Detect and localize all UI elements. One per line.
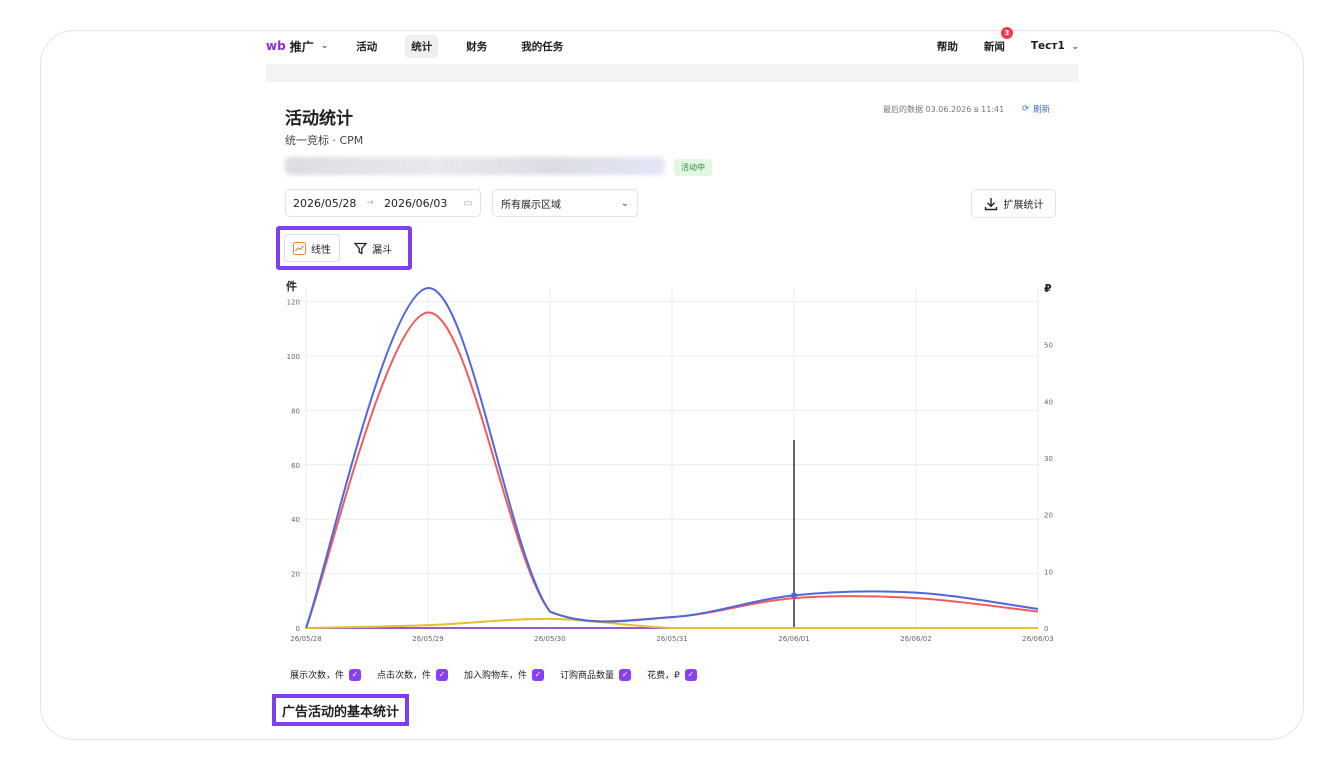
funnel-icon	[354, 242, 367, 255]
x-tick-label: 26/05/28	[290, 635, 321, 643]
export-label: 扩展统计	[1003, 200, 1044, 211]
y-right-tick-label: 40	[1044, 398, 1053, 406]
user-menu[interactable]: Тест1 ⌄	[1031, 40, 1079, 52]
linear-view-label: 线性	[311, 244, 331, 256]
y-right-tick-label: 20	[1044, 512, 1053, 520]
line-chart-icon	[293, 241, 306, 255]
product-name: 推广	[289, 39, 314, 54]
refresh-icon: ⟳	[1022, 104, 1030, 114]
page-title: 活动统计	[285, 109, 353, 129]
x-tick-label: 26/05/29	[412, 635, 443, 643]
date-range-picker[interactable]: 2026/05/28 → 2026/06/03 ▭	[285, 189, 481, 217]
x-tick-label: 26/06/02	[900, 635, 931, 643]
x-tick-label: 26/05/31	[656, 635, 687, 643]
chart-svg: 02040608010012026/05/28 26/05/29 26/05/30 2…	[286, 279, 1054, 643]
sub-bar	[266, 64, 1079, 82]
user-name: Тест1	[1030, 40, 1065, 52]
legend-item-clicks[interactable]: 点击次数，件 ✓	[377, 668, 449, 681]
legend-item-spend[interactable]: 花费，₽ ✓	[647, 668, 697, 681]
y-left-tick-label: 100	[287, 353, 300, 361]
nav-item-stats[interactable]: 统计	[405, 34, 439, 58]
legend-item-orders[interactable]: 订购商品数量 ✓	[560, 668, 632, 681]
chart-legend: 展示次数，件 ✓ 点击次数，件 ✓ 加入购物车，件 ✓ 订购商品数量 ✓ 花费，…	[290, 668, 697, 681]
y-left-tick-label: 120	[287, 299, 300, 307]
checkbox-icon[interactable]: ✓	[436, 668, 449, 681]
y-right-tick-label: 30	[1044, 455, 1053, 463]
funnel-view-label: 漏斗	[372, 244, 392, 256]
date-from: 2026/05/28	[293, 196, 357, 210]
nav-item-tasks[interactable]: 我的任务	[515, 35, 569, 58]
date-to: 2026/06/03	[383, 196, 448, 210]
legend-item-cart[interactable]: 加入购物车，件 ✓	[464, 668, 545, 681]
y-right-tick-label: 50	[1044, 342, 1053, 350]
wb-logo: wb	[266, 39, 286, 53]
page-subtitle: 统一竞标 · CPM	[285, 134, 364, 147]
funnel-view-button[interactable]: 漏斗	[346, 234, 400, 262]
nav-item-finance[interactable]: 财务	[460, 35, 493, 58]
y-left-tick-label: 60	[291, 462, 300, 470]
checkbox-icon[interactable]: ✓	[532, 668, 545, 681]
news-badge: 3	[1000, 26, 1013, 39]
legend-label: 加入购物车，件	[464, 671, 528, 681]
x-tick-label: 26/05/30	[534, 635, 565, 643]
y-right-tick-label: 0	[1044, 625, 1048, 633]
y-left-tick-label: 40	[291, 516, 300, 524]
x-tick-label: 26/06/03	[1022, 635, 1053, 643]
campaign-name-blurred	[285, 157, 665, 175]
hover-point	[791, 592, 797, 599]
calendar-icon: ▭	[463, 197, 473, 209]
y-left-tick-label: 20	[291, 571, 300, 579]
y-right-axis-label: ₽	[1044, 282, 1052, 295]
linear-view-button[interactable]: 线性	[284, 234, 340, 262]
stats-chart: 0 20 40 60 80 100 120 26/05/28 26/05/29 26/05/30 2…	[282, 278, 1062, 648]
nav-item-campaigns[interactable]: 活动	[350, 35, 383, 58]
checkbox-icon[interactable]: ✓	[349, 668, 362, 681]
legend-item-impressions[interactable]: 展示次数，件 ✓	[290, 668, 362, 681]
region-select[interactable]: 所有展示区域 ⌄	[492, 189, 638, 217]
download-icon	[984, 197, 997, 210]
status-badge: 活动中	[674, 159, 712, 176]
region-value: 所有展示区域	[501, 199, 561, 211]
refresh-button[interactable]: ⟳ 刷新	[1022, 103, 1050, 115]
chevron-down-icon: ⌄	[1071, 42, 1079, 52]
view-toggle: 线性 漏斗	[276, 226, 412, 270]
legend-label: 展示次数，件	[290, 671, 345, 681]
refresh-label: 刷新	[1033, 105, 1051, 115]
checkbox-icon[interactable]: ✓	[684, 668, 697, 681]
y-left-tick-label: 0	[296, 625, 300, 633]
y-left-tick-label: 80	[291, 407, 300, 415]
news-link[interactable]: 新闻 3	[983, 26, 1013, 54]
export-button[interactable]: 扩展统计	[971, 189, 1056, 218]
x-tick-label: 26/06/01	[778, 635, 809, 643]
top-nav: wb 推广 ⌄ 活动 统计 财务 我的任务 帮助 新闻 3 Тест1 ⌄	[266, 26, 1079, 62]
chevron-down-icon: ⌄	[620, 197, 629, 209]
news-label: 新闻	[983, 40, 1005, 53]
section-title: 广告活动的基本统计	[272, 694, 410, 726]
y-right-tick-label: 10	[1044, 568, 1053, 576]
legend-label: 花费，₽	[647, 671, 680, 681]
checkbox-icon[interactable]: ✓	[619, 668, 632, 681]
arrow-right-icon: →	[366, 198, 374, 208]
chevron-down-icon: ⌄	[320, 41, 329, 51]
y-left-axis-label: 件	[286, 279, 297, 293]
last-updated: 最后的数据 03.06.2026 в 11:41	[883, 105, 1005, 114]
help-link[interactable]: 帮助	[937, 39, 958, 54]
product-switcher[interactable]: wb 推广 ⌄	[266, 38, 328, 55]
legend-label: 订购商品数量	[560, 671, 615, 681]
legend-label: 点击次数，件	[377, 671, 432, 681]
